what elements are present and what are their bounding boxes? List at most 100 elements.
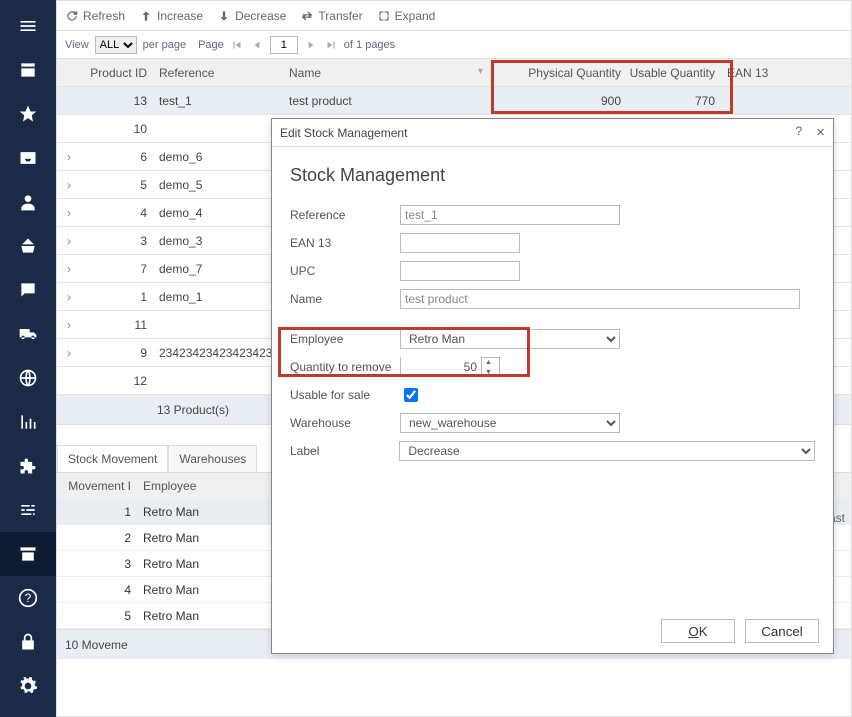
globe-icon[interactable] (0, 356, 56, 400)
help-icon[interactable]: ? (0, 576, 56, 620)
filter-icon[interactable]: ▾ (478, 66, 483, 77)
employee-select[interactable]: Retro Man (400, 329, 620, 349)
cell-mv-id: 4 (57, 583, 137, 597)
label-select[interactable]: Decrease (399, 441, 815, 461)
gear-icon[interactable] (0, 664, 56, 708)
name-field (400, 289, 800, 309)
lock-icon[interactable] (0, 620, 56, 664)
reference-field (400, 205, 620, 225)
cell-mv-id: 1 (57, 505, 137, 519)
next-page-icon[interactable] (304, 38, 318, 52)
cell-ref: test_1 (153, 94, 283, 108)
view-select[interactable]: ALL (95, 36, 137, 54)
cell-id: 4 (81, 206, 153, 220)
page-input[interactable] (270, 36, 298, 54)
first-page-icon[interactable] (230, 38, 244, 52)
arrow-down-icon (217, 9, 231, 23)
cell-ref: 234234234234234234 (153, 346, 283, 360)
cancel-button[interactable]: Cancel (745, 619, 819, 643)
qty-up[interactable]: ▲ (482, 357, 495, 367)
reference-label: Reference (290, 208, 400, 222)
ean13-field (400, 233, 520, 253)
store-icon[interactable] (0, 48, 56, 92)
expand-label: Expand (395, 9, 436, 23)
name-label: Name (290, 292, 400, 306)
cell-id: 12 (81, 374, 153, 388)
truck-icon[interactable] (0, 312, 56, 356)
cell-id: 6 (81, 150, 153, 164)
label-label: Label (290, 444, 399, 458)
menu-icon[interactable] (0, 4, 56, 48)
star-icon[interactable] (0, 92, 56, 136)
decrease-button[interactable]: Decrease (217, 9, 286, 23)
modal-help-icon[interactable]: ? (796, 124, 803, 141)
refresh-button[interactable]: Refresh (65, 9, 125, 23)
ok-button[interactable]: OK (661, 619, 735, 643)
expand-toggle[interactable]: › (57, 150, 81, 164)
expand-button[interactable]: Expand (377, 9, 436, 23)
cell-name: test product (283, 94, 487, 108)
table-row[interactable]: 13test_1test product900770 (57, 87, 851, 115)
upc-field (400, 261, 520, 281)
sliders-icon[interactable] (0, 488, 56, 532)
decrease-label: Decrease (235, 9, 286, 23)
expand-toggle[interactable]: › (57, 318, 81, 332)
per-page-label: per page (143, 39, 186, 51)
last-page-icon[interactable] (324, 38, 338, 52)
cell-mv-id: 2 (57, 531, 137, 545)
modal-heading: Stock Management (290, 165, 815, 186)
cell-id: 13 (81, 94, 153, 108)
warehouse-select[interactable]: new_warehouse (400, 413, 620, 433)
arrow-up-icon (139, 9, 153, 23)
grid-header: Product ID Reference Name▾ Physical Quan… (57, 59, 851, 87)
col-usable-qty[interactable]: Usable Quantity (627, 66, 721, 80)
cell-id: 3 (81, 234, 153, 248)
cell-id: 11 (81, 318, 153, 332)
view-label: View (65, 39, 89, 51)
expand-icon (377, 9, 391, 23)
puzzle-icon[interactable] (0, 444, 56, 488)
cell-ref: demo_7 (153, 262, 283, 276)
cell-mv-id: 3 (57, 557, 137, 571)
expand-toggle[interactable]: › (57, 262, 81, 276)
expand-toggle[interactable]: › (57, 290, 81, 304)
chat-icon[interactable] (0, 268, 56, 312)
transfer-icon (300, 9, 314, 23)
col-product-id[interactable]: Product ID (81, 66, 153, 80)
cell-phys: 900 (487, 94, 627, 108)
cell-id: 9 (81, 346, 153, 360)
usable-checkbox[interactable] (404, 388, 418, 402)
cell-id: 10 (81, 122, 153, 136)
transfer-button[interactable]: Transfer (300, 9, 362, 23)
cell-id: 5 (81, 178, 153, 192)
expand-toggle[interactable]: › (57, 234, 81, 248)
col-reference[interactable]: Reference (153, 66, 283, 80)
increase-button[interactable]: Increase (139, 9, 203, 23)
warehouse-label: Warehouse (290, 416, 400, 430)
chart-icon[interactable] (0, 400, 56, 444)
basket-icon[interactable] (0, 224, 56, 268)
col-name[interactable]: Name▾ (283, 66, 487, 80)
tab-stock-movement[interactable]: Stock Movement (57, 445, 168, 472)
expand-toggle[interactable]: › (57, 178, 81, 192)
archive-icon[interactable] (0, 532, 56, 576)
quantity-input[interactable] (401, 357, 481, 377)
modal-close-icon[interactable]: × (816, 124, 825, 141)
page-label: Page (198, 39, 224, 51)
quantity-stepper[interactable]: ▲▼ (400, 357, 500, 377)
usable-label: Usable for sale (290, 388, 400, 402)
col-phys-qty[interactable]: Physical Quantity (487, 66, 627, 80)
col-movement-id[interactable]: Movement I (57, 479, 137, 493)
tab-warehouses[interactable]: Warehouses (168, 445, 257, 472)
expand-toggle[interactable]: › (57, 206, 81, 220)
cell-ref: demo_5 (153, 178, 283, 192)
expand-toggle[interactable]: › (57, 346, 81, 360)
pager: View ALL per page Page of 1 pages (57, 31, 851, 59)
col-ean13[interactable]: EAN 13 (721, 66, 801, 80)
person-icon[interactable] (0, 180, 56, 224)
inbox-icon[interactable] (0, 136, 56, 180)
cell-ref: demo_3 (153, 234, 283, 248)
toolbar: Refresh Increase Decrease Transfer Expan… (57, 1, 851, 31)
qty-down[interactable]: ▼ (482, 367, 495, 377)
prev-page-icon[interactable] (250, 38, 264, 52)
